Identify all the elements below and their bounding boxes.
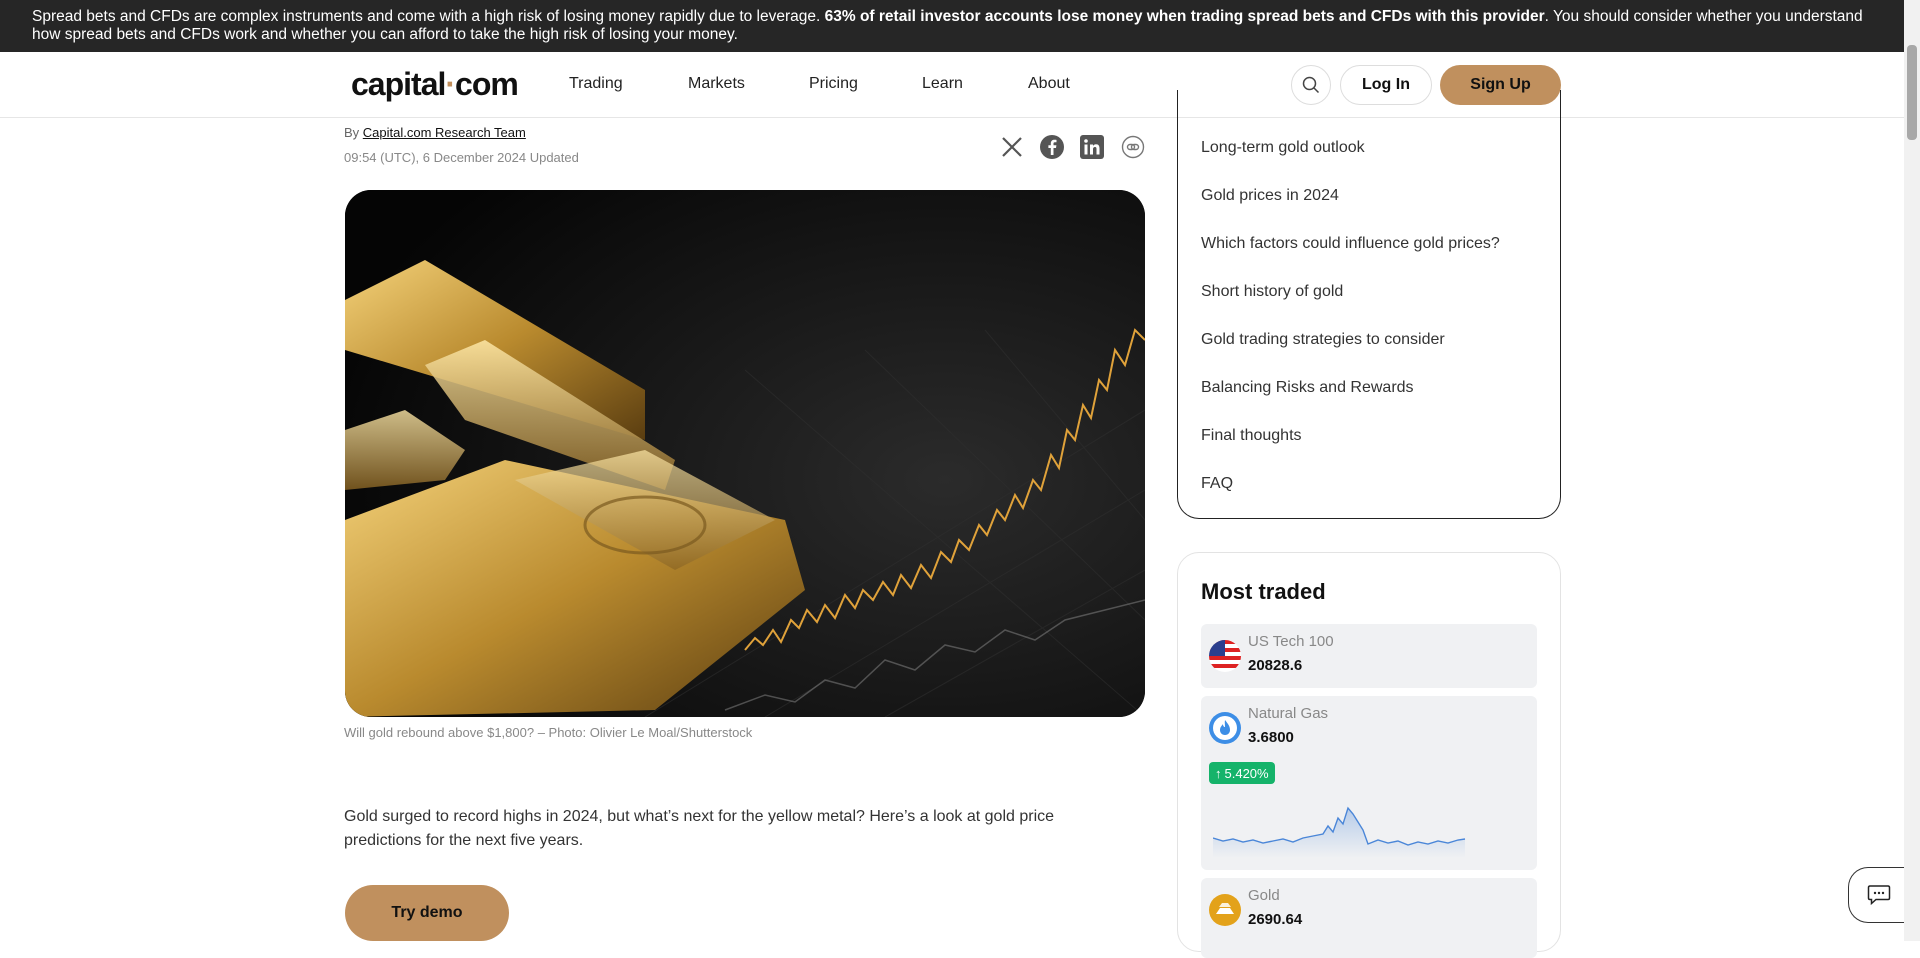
flame-icon (1209, 712, 1241, 744)
article-byline: By Capital.com Research Team (344, 125, 526, 140)
toc-item-final-thoughts[interactable]: Final thoughts (1201, 427, 1302, 445)
instrument-name: Natural Gas (1248, 705, 1329, 722)
most-traded-title: Most traded (1201, 579, 1326, 604)
most-traded-panel: Most traded US Tech 100 20828.6 Natural … (1177, 552, 1561, 958)
nav-item-about[interactable]: About (1028, 75, 1070, 93)
instrument-card-us-tech-100[interactable]: US Tech 100 20828.6 (1201, 624, 1537, 688)
chat-button[interactable] (1848, 867, 1908, 923)
page-scrollbar-thumb[interactable] (1907, 45, 1917, 140)
author-link[interactable]: Capital.com Research Team (363, 125, 526, 140)
linkedin-icon (1080, 135, 1104, 159)
chat-icon (1867, 885, 1890, 906)
instrument-name: US Tech 100 (1248, 633, 1334, 650)
share-linkedin-button[interactable] (1079, 134, 1105, 160)
toc-item-long-term-outlook[interactable]: Long-term gold outlook (1201, 139, 1365, 157)
toc-item-short-history[interactable]: Short history of gold (1201, 283, 1343, 301)
gold-bars-chart-illustration (345, 190, 1145, 717)
instrument-price: 2690.64 (1248, 911, 1303, 928)
nav-item-markets[interactable]: Markets (688, 75, 745, 93)
share-x-button[interactable] (999, 134, 1025, 160)
share-facebook-button[interactable] (1039, 134, 1065, 160)
gold-bars-icon (1209, 894, 1241, 926)
top-navigation: capital·com Trading Markets Pricing Lear… (0, 52, 1904, 118)
try-demo-button[interactable]: Try demo (345, 885, 509, 941)
nav-item-learn[interactable]: Learn (922, 75, 963, 93)
image-caption: Will gold rebound above $1,800? – Photo:… (344, 725, 753, 740)
nav-item-trading[interactable]: Trading (569, 75, 623, 93)
facebook-icon (1040, 135, 1064, 159)
copy-link-icon (1121, 135, 1145, 159)
article-date: 09:54 (UTC), 6 December 2024 Updated (344, 150, 579, 165)
article-intro: Gold surged to record highs in 2024, but… (344, 808, 1055, 849)
natural-gas-sparkline (1213, 806, 1466, 858)
instrument-price: 3.6800 (1248, 729, 1294, 746)
nav-item-pricing[interactable]: Pricing (809, 75, 858, 93)
logo-text-left: capital (351, 66, 446, 102)
byline-prefix: By (344, 125, 363, 140)
risk-warning-banner: Spread bets and CFDs are complex instrum… (0, 0, 1920, 52)
toc-item-influencing-factors[interactable]: Which factors could influence gold price… (1201, 235, 1500, 253)
price-change-value: 5.420% (1224, 765, 1269, 781)
instrument-name: Gold (1248, 887, 1280, 904)
risk-warning-bold-text: 63% of retail investor accounts lose mon… (824, 8, 1545, 25)
article-hero-image (345, 190, 1145, 717)
price-change-badge: ↑ 5.420% (1209, 762, 1275, 784)
risk-warning-text: Spread bets and CFDs are complex instrum… (32, 8, 825, 25)
toc-item-gold-prices-2024[interactable]: Gold prices in 2024 (1201, 187, 1339, 205)
capital-com-logo[interactable]: capital·com (351, 66, 519, 103)
instrument-card-natural-gas[interactable]: Natural Gas 3.6800 ↑ 5.420% (1201, 696, 1537, 870)
us-flag-icon (1209, 640, 1241, 672)
x-icon (1002, 137, 1022, 157)
toc-item-risks-rewards[interactable]: Balancing Risks and Rewards (1201, 379, 1414, 397)
logo-dot: · (445, 66, 456, 102)
logo-text-right: com (455, 66, 519, 102)
arrow-up-icon: ↑ (1215, 765, 1222, 781)
instrument-card-gold[interactable]: Gold 2690.64 (1201, 878, 1537, 958)
toc-item-faq[interactable]: FAQ (1201, 475, 1233, 493)
toc-item-trading-strategies[interactable]: Gold trading strategies to consider (1201, 331, 1445, 349)
table-of-contents: Long-term gold outlook Gold prices in 20… (1177, 90, 1561, 519)
page-scrollbar-track[interactable] (1904, 0, 1920, 941)
instrument-price: 20828.6 (1248, 657, 1303, 674)
share-copy-link-button[interactable] (1120, 134, 1146, 160)
